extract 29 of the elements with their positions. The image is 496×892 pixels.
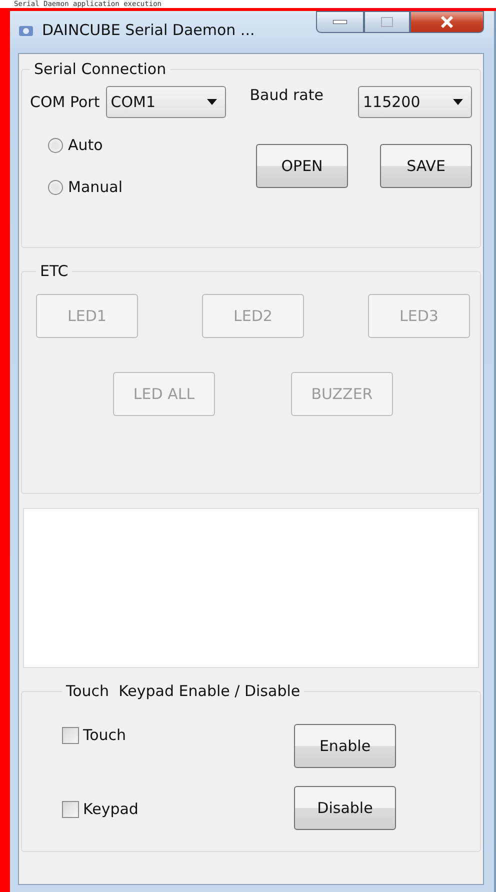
button[interactable]: Disable xyxy=(294,786,396,830)
maximize-button[interactable] xyxy=(364,11,410,33)
close-icon xyxy=(440,16,454,28)
checkbox-option[interactable]: Touch xyxy=(62,726,126,744)
button[interactable]: Enable xyxy=(294,724,396,768)
com-port-label: COM Port xyxy=(30,93,100,111)
window-title: DAINCUBE Serial Daemon ... xyxy=(42,21,256,39)
dropdown-arrow-icon xyxy=(453,99,463,105)
checkbox[interactable] xyxy=(62,726,79,744)
app-icon xyxy=(18,23,34,39)
radio-option[interactable]: Manual xyxy=(48,178,123,196)
minimize-icon xyxy=(333,20,347,24)
radio-button[interactable] xyxy=(48,138,63,152)
com-port-dropdown[interactable]: COM1 xyxy=(106,86,226,118)
group-title: Serial Connection xyxy=(33,60,168,78)
close-button[interactable] xyxy=(410,11,484,33)
radio-option[interactable]: Auto xyxy=(48,136,123,154)
button[interactable]: OPEN xyxy=(256,144,348,188)
baud-rate-label: Baud rate xyxy=(250,86,324,104)
button[interactable]: SAVE xyxy=(380,144,472,188)
radio-button[interactable] xyxy=(48,180,63,194)
checkbox[interactable] xyxy=(62,800,79,818)
minimize-button[interactable] xyxy=(316,11,364,33)
dropdown-arrow-icon xyxy=(206,99,217,105)
checkbox-option[interactable]: Keypad xyxy=(62,800,138,818)
maximize-icon xyxy=(381,17,393,27)
group-title: ETC xyxy=(39,262,70,280)
group-title: Touch Keypad Enable / Disable xyxy=(65,682,302,700)
baud-rate-dropdown[interactable]: 115200 xyxy=(358,86,472,118)
